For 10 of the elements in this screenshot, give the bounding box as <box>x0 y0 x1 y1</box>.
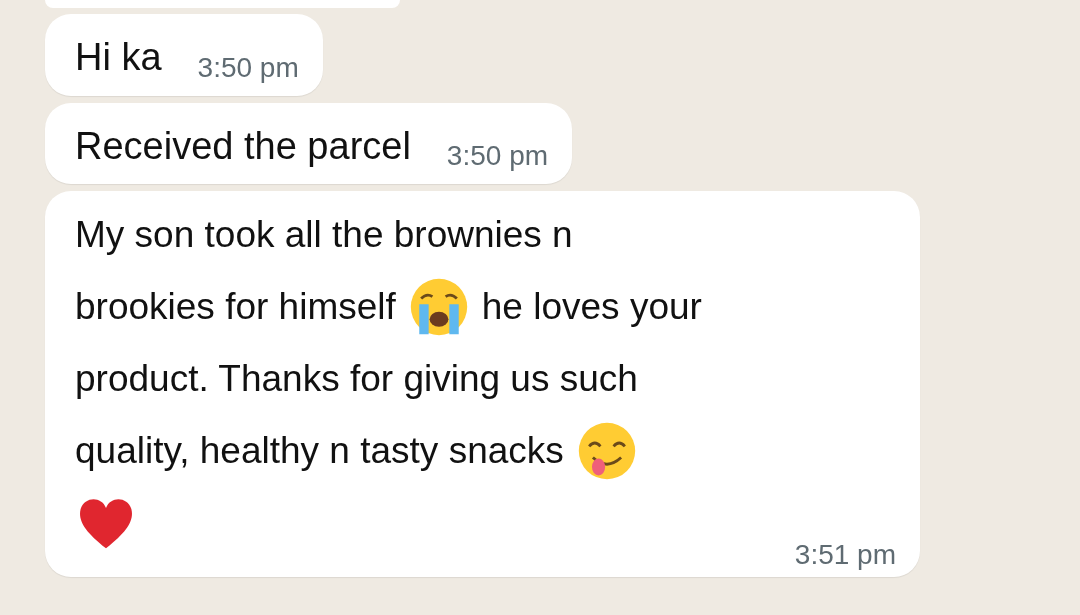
message-time: 3:50 pm <box>446 142 549 170</box>
message-text: he loves your <box>481 285 702 329</box>
message-time: 3:50 pm <box>197 53 299 82</box>
message-text: My son took all the brownies n <box>75 213 573 257</box>
message-text: quality, healthy n tasty snacks <box>75 429 564 473</box>
message-text: Hi ka <box>75 35 162 80</box>
message-text: product. Thanks for giving us such <box>75 357 638 401</box>
message-time: 3:51 pm <box>793 541 896 569</box>
message-text: brookies for himself <box>75 285 396 329</box>
message-text: Received the parcel <box>75 123 411 169</box>
